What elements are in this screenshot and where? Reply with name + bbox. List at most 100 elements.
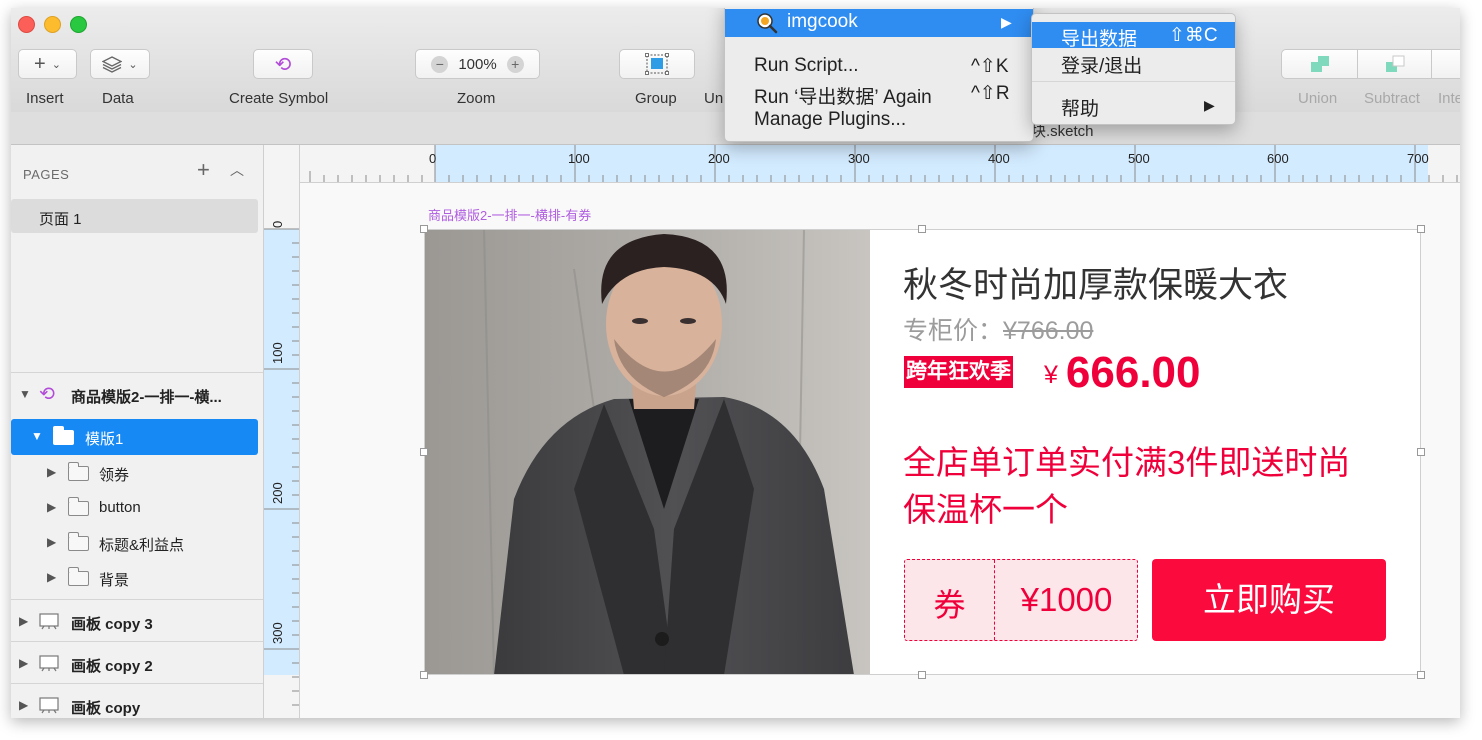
disclosure-right-icon[interactable]: ▶ [19,614,28,628]
layer-folder-coupon[interactable]: ▶ 领券 [11,455,263,491]
minimize-window-button[interactable] [44,16,61,33]
maximize-window-button[interactable] [70,16,87,33]
chevron-down-icon: ⌄ [128,58,138,71]
disclosure-down-icon[interactable]: ▼ [31,429,43,443]
folder-icon [67,497,89,516]
currency-symbol: ¥ [1044,361,1058,389]
layer-symbol[interactable]: ▼ ⟲ 商品模版2-一排一-横... [11,377,263,413]
page-item-label: 页面 1 [39,211,82,228]
menu-item-label: 登录/退出 [1061,56,1143,77]
layer-label: 标题&利益点 [99,537,185,554]
disclosure-right-icon[interactable]: ▶ [47,535,56,549]
resize-handle[interactable] [1417,671,1425,679]
resize-handle[interactable] [420,225,428,233]
original-price[interactable]: 专柜价：¥766.00 [903,311,1093,347]
resize-handle[interactable] [918,225,926,233]
disclosure-right-icon[interactable]: ▶ [47,570,56,584]
layer-artboard-copy[interactable]: ▶ 画板 copy [11,688,263,718]
zoom-label: Zoom [457,90,496,107]
layer-folder-template1[interactable]: ▼ 模版1 [11,419,258,455]
disclosure-down-icon[interactable]: ▼ [19,387,31,401]
ruler-tick-label: 300 [270,622,285,644]
layer-artboard-copy3[interactable]: ▶ 画板 copy 3 [11,604,263,640]
artboard-label[interactable]: 商品模版2-一排一-横排-有券 [428,205,591,224]
promo-badge[interactable]: 跨年狂欢季 [904,356,1013,388]
coupon-type: 券 [933,587,966,623]
layer-folder-button[interactable]: ▶ button [11,490,263,526]
insert-label: Insert [26,90,64,107]
resize-handle[interactable] [420,671,428,679]
disclosure-right-icon[interactable]: ▶ [19,698,28,712]
ruler-tick-label: 700 [1407,151,1429,166]
layer-label: button [99,499,141,516]
group-label: Group [635,90,677,107]
layers-sidebar: PAGES + ︿ 页面 1 ▼ ⟲ 商品模版2-一排一-横... ▼ 模版1 … [11,145,264,718]
add-page-icon[interactable]: + [197,157,210,183]
union-button[interactable] [1281,49,1358,79]
subtract-button[interactable] [1357,49,1432,79]
union-label: Union [1298,90,1338,107]
chevron-up-icon[interactable]: ︿ [230,160,244,180]
menu-item-imgcook[interactable]: imgcook ▶ [725,9,1033,37]
page-item[interactable]: 页面 1 [11,199,258,233]
resize-handle[interactable] [420,448,428,456]
coupon-amount: ¥1000 [1020,581,1113,618]
folder-icon [67,567,89,586]
product-photo[interactable] [424,229,870,675]
group-button[interactable] [619,49,695,79]
zoom-control[interactable]: − 100% + [415,49,540,79]
layer-label: 领券 [99,467,130,484]
disclosure-right-icon[interactable]: ▶ [19,656,28,670]
layer-artboard-copy2[interactable]: ▶ 画板 copy 2 [11,646,263,682]
disclosure-right-icon[interactable]: ▶ [47,465,56,479]
promotion-text[interactable]: 全店单订单实付满3件即送时尚保温杯一个 [903,439,1383,533]
menu-item-manage-plugins[interactable]: Manage Plugins... [725,107,1033,133]
insert-button[interactable]: + ⌄ [18,49,77,79]
layer-folder-background[interactable]: ▶ 背景 [11,560,263,596]
menu-item-label: Manage Plugins... [754,109,907,130]
subtract-icon [1385,55,1404,72]
resize-handle[interactable] [918,671,926,679]
coupon-box[interactable]: 券 ¥1000 [904,559,1138,641]
symbol-icon: ⟲ [274,53,292,76]
disclosure-right-icon[interactable]: ▶ [47,500,56,514]
zoom-out-icon[interactable]: − [431,55,449,73]
menu-item-shortcut: ^⇧K [971,56,1009,77]
artboard-icon [39,613,59,630]
data-button[interactable]: ⌄ [90,49,150,79]
layer-label: 画板 copy 2 [71,658,153,675]
imgcook-icon [757,13,778,34]
layer-label: 模版1 [85,431,124,448]
zoom-in-icon[interactable]: + [506,55,524,73]
resize-handle[interactable] [1417,225,1425,233]
menu-item-export-data[interactable]: 导出数据 ⇧⌘C [1032,22,1235,50]
intersect-button[interactable] [1431,49,1460,79]
folder-icon [67,462,89,481]
ruler-tick-label: 200 [270,482,285,504]
layer-folder-title[interactable]: ▶ 标题&利益点 [11,525,263,561]
product-title[interactable]: 秋冬时尚加厚款保暖大衣 [903,257,1288,308]
menu-item-help[interactable]: 帮助 ▶ [1032,92,1235,120]
group-icon [645,53,669,75]
folder-icon [67,532,89,551]
product-card-artboard[interactable]: 秋冬时尚加厚款保暖大衣 专柜价：¥766.00 跨年狂欢季 ¥666.00 全店… [424,229,1421,675]
union-icon [1310,56,1329,72]
zoom-value: 100% [458,55,497,73]
menu-item-login-logout[interactable]: 登录/退出 [1032,49,1235,77]
ruler-tick-label: 100 [270,342,285,364]
menu-item-run-script[interactable]: Run Script... ^⇧K [725,53,1033,79]
menu-item-run-again[interactable]: Run ‘导出数据’ Again ^⇧R [725,80,1033,108]
data-label: Data [102,90,134,107]
create-symbol-button[interactable]: ⟲ [253,49,313,79]
buy-now-button[interactable]: 立即购买 [1152,559,1386,641]
ruler-tick-label: 300 [848,151,870,166]
layers-icon [102,55,123,73]
chevron-down-icon: ⌄ [51,58,61,71]
sale-price-value: 666.00 [1065,348,1201,397]
close-window-button[interactable] [18,16,35,33]
submenu-arrow-icon: ▶ [1001,14,1012,30]
ruler-tick-label: 500 [1128,151,1150,166]
sale-price[interactable]: ¥666.00 [1044,348,1200,398]
ungroup-label: Un [704,90,724,107]
resize-handle[interactable] [1417,448,1425,456]
